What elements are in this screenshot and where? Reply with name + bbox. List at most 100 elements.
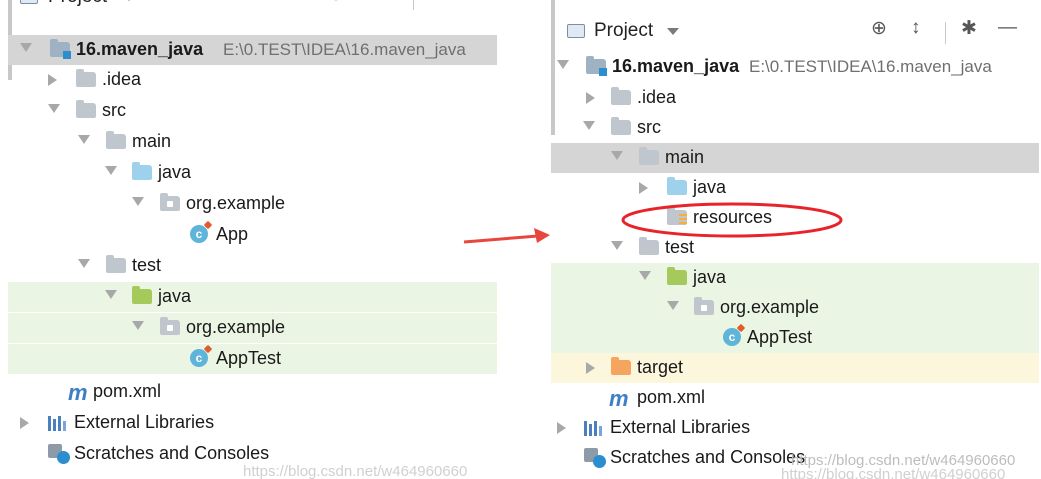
- highlight-ellipse: [621, 202, 843, 238]
- folder-icon: [76, 100, 96, 118]
- folder-icon: [639, 147, 659, 165]
- java-class-icon: c: [190, 349, 208, 367]
- tree-label: pom.xml: [637, 387, 706, 407]
- folder-icon: [106, 255, 126, 273]
- tree-label: org.example: [186, 317, 286, 337]
- tree-node-package[interactable]: org.example: [8, 189, 497, 219]
- project-name: 16.maven_java: [612, 56, 740, 76]
- folder-icon: [639, 237, 659, 255]
- test-source-folder-icon: [132, 286, 152, 304]
- tree-label: External Libraries: [610, 417, 751, 437]
- toolbar-title[interactable]: Project: [594, 20, 653, 42]
- test-source-folder-icon: [667, 267, 687, 285]
- expand-arrow-icon[interactable]: [611, 151, 623, 160]
- tree-node-idea[interactable]: .idea: [8, 65, 497, 95]
- tree-node-main[interactable]: main: [8, 127, 497, 157]
- crosshair-icon[interactable]: ⊕: [871, 17, 887, 40]
- maven-icon: m: [609, 386, 629, 411]
- tree-node-src[interactable]: src: [551, 113, 1039, 143]
- tree-label: java: [693, 267, 727, 287]
- tree-node-libraries[interactable]: External Libraries: [8, 408, 497, 438]
- expand-arrow-icon[interactable]: [132, 321, 144, 330]
- tree-node-pom[interactable]: m pom.xml: [551, 383, 1039, 413]
- project-path: E:\0.TEST\IDEA\16.maven_java: [223, 40, 466, 59]
- left-project-panel: Project ⊕ ↕ ✚ 16.maven_java E:\0.TEST\ID…: [8, 0, 497, 479]
- tree-node-test-java[interactable]: java: [8, 282, 497, 312]
- expand-arrow-icon[interactable]: [557, 60, 569, 69]
- tree-label: External Libraries: [74, 412, 215, 432]
- folder-icon: [567, 24, 585, 38]
- tree-node-src[interactable]: src: [8, 96, 497, 126]
- java-class-icon: c: [723, 328, 741, 346]
- gear-icon[interactable]: ✚: [428, 0, 444, 6]
- tree-label: Scratches and Consoles: [610, 447, 806, 467]
- tree-node-test-class[interactable]: c AppTest: [551, 323, 1039, 353]
- tree-label: org.example: [720, 297, 820, 317]
- tree-node-test-package[interactable]: org.example: [551, 293, 1039, 323]
- expand-arrow-icon[interactable]: [667, 301, 679, 310]
- tree-node-java[interactable]: java: [551, 173, 1039, 203]
- gear-icon[interactable]: ✱: [961, 17, 977, 40]
- tree-node-test-java[interactable]: java: [551, 263, 1039, 293]
- minus-icon[interactable]: —: [998, 17, 1017, 39]
- module-folder-icon: [50, 39, 71, 59]
- tree-label: java: [693, 177, 727, 197]
- folder-icon: [76, 69, 96, 87]
- expand-arrow-icon[interactable]: [20, 43, 32, 52]
- expand-arrow-icon[interactable]: [557, 422, 566, 434]
- tree-label: .idea: [102, 69, 142, 89]
- tree-label: java: [158, 162, 192, 182]
- expand-arrow-icon[interactable]: [132, 197, 144, 206]
- excluded-folder-icon: [611, 357, 631, 375]
- folder-icon: [611, 117, 631, 135]
- tree-node-libraries[interactable]: External Libraries: [551, 413, 1039, 443]
- tree-node-test-package[interactable]: org.example: [8, 313, 497, 343]
- expand-arrow-icon[interactable]: [611, 241, 623, 250]
- expand-arrow-icon[interactable]: [48, 104, 60, 113]
- tree-node-main[interactable]: main: [551, 143, 1039, 173]
- tree-node-idea[interactable]: .idea: [551, 83, 1039, 113]
- expand-arrow-icon[interactable]: [78, 135, 90, 144]
- collapse-all-icon[interactable]: ↕: [911, 17, 921, 39]
- tree-node-java[interactable]: java: [8, 158, 497, 188]
- tree-label: test: [132, 255, 162, 275]
- watermark: https://blog.csdn.net/w464960660: [243, 463, 468, 479]
- expand-arrow-icon[interactable]: [583, 121, 595, 130]
- java-class-icon: c: [190, 225, 208, 243]
- chevron-down-icon[interactable]: [667, 28, 679, 35]
- tree-node-pom[interactable]: m pom.xml: [8, 377, 497, 407]
- expand-arrow-icon[interactable]: [105, 290, 117, 299]
- expand-arrow-icon[interactable]: [20, 417, 29, 429]
- expand-arrow-icon[interactable]: [78, 259, 90, 268]
- chevron-down-icon[interactable]: [123, 0, 135, 1]
- crosshair-icon[interactable]: ⊕: [328, 0, 344, 6]
- tree-label: AppTest: [216, 348, 282, 368]
- tree-label: Scratches and Consoles: [74, 443, 270, 463]
- tree-node-test[interactable]: test: [8, 251, 497, 281]
- tree-label: java: [158, 286, 192, 306]
- folder-icon: [20, 0, 38, 4]
- toolbar-title[interactable]: Project: [48, 0, 107, 8]
- package-icon: [160, 193, 180, 211]
- watermark: https://blog.csdn.net/w464960660: [781, 466, 1006, 479]
- tree-node-test-class[interactable]: c AppTest: [8, 344, 497, 374]
- tree-label: src: [637, 117, 661, 137]
- expand-arrow-icon[interactable]: [105, 166, 117, 175]
- tree-node-class[interactable]: c App: [8, 220, 497, 250]
- tree-node-project[interactable]: 16.maven_java E:\0.TEST\IDEA\16.maven_ja…: [8, 35, 497, 65]
- expand-arrow-icon[interactable]: [586, 362, 595, 374]
- package-icon: [694, 297, 714, 315]
- package-icon: [160, 317, 180, 335]
- tree-node-project[interactable]: 16.maven_java E:\0.TEST\IDEA\16.maven_ja…: [551, 52, 1039, 82]
- expand-arrow-icon[interactable]: [639, 182, 648, 194]
- project-toolbar: Project ⊕ ↕ ✱ —: [551, 14, 1039, 46]
- tree-node-target[interactable]: target: [551, 353, 1039, 383]
- project-name: 16.maven_java: [76, 39, 204, 59]
- collapse-all-icon[interactable]: ↕: [376, 0, 386, 5]
- expand-arrow-icon[interactable]: [639, 271, 651, 280]
- maven-icon: m: [68, 380, 88, 405]
- expand-arrow-icon[interactable]: [586, 92, 595, 104]
- folder-icon: [611, 87, 631, 105]
- expand-arrow-icon[interactable]: [48, 74, 57, 86]
- tree-label: org.example: [186, 193, 286, 213]
